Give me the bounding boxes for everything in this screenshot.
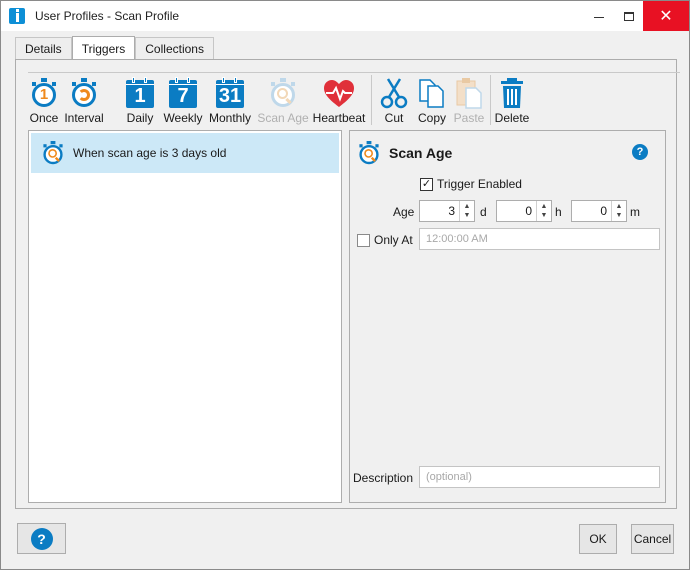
help-icon[interactable]: ?	[632, 144, 648, 160]
minimize-icon	[594, 16, 604, 18]
heartbeat-icon	[323, 77, 355, 109]
only-at-label: Only At	[374, 233, 413, 247]
cut-button[interactable]: Cut	[378, 77, 410, 125]
tab-strip: Details Triggers Collections	[15, 36, 214, 60]
trash-icon	[496, 77, 528, 109]
stopwatch-interval-icon	[68, 77, 100, 109]
scan-age-label: Scan Age	[257, 111, 309, 125]
toolbar-separator	[371, 75, 372, 125]
cancel-button[interactable]: Cancel	[631, 524, 674, 554]
days-unit-label: d	[480, 205, 487, 219]
stopwatch-scan-age-icon	[356, 140, 382, 166]
description-label: Description	[353, 471, 414, 485]
trigger-detail-panel: Scan Age ? ✓ Trigger Enabled Age 3 ▲ ▼ d…	[349, 130, 666, 503]
age-minutes-stepper[interactable]: 0 ▲ ▼	[571, 200, 627, 222]
delete-button[interactable]: Delete	[494, 77, 530, 125]
age-days-stepper[interactable]: 3 ▲ ▼	[419, 200, 475, 222]
scan-age-button[interactable]: Scan Age	[257, 77, 309, 125]
daily-button[interactable]: 1 Daily	[124, 77, 156, 125]
triggers-tab-page: 1 Once Interval 1 Daily 7 Weekly 31 Mont…	[15, 59, 680, 509]
daily-label: Daily	[126, 111, 154, 125]
scissors-icon	[378, 77, 410, 109]
trigger-description: When scan age is 3 days old	[73, 146, 227, 160]
copy-label: Copy	[417, 111, 446, 125]
calendar-monthly-icon: 31	[214, 77, 246, 109]
tab-collections[interactable]: Collections	[135, 37, 214, 60]
weekly-button[interactable]: 7 Weekly	[163, 77, 203, 125]
minutes-unit-label: m	[630, 205, 640, 219]
help-icon: ?	[30, 527, 53, 550]
age-hours-stepper[interactable]: 0 ▲ ▼	[496, 200, 552, 222]
paste-button[interactable]: Paste	[453, 77, 485, 125]
interval-button[interactable]: Interval	[64, 77, 104, 125]
close-icon: ✕	[659, 6, 673, 25]
heartbeat-button[interactable]: Heartbeat	[313, 77, 365, 125]
ok-button[interactable]: OK	[579, 524, 617, 554]
description-field[interactable]: (optional)	[419, 466, 660, 488]
close-button[interactable]: ✕	[643, 1, 689, 31]
stopwatch-scan-age-icon	[267, 77, 299, 109]
age-hours-value: 0	[525, 204, 532, 218]
delete-label: Delete	[494, 111, 530, 125]
weekly-label: Weekly	[163, 111, 203, 125]
chevron-up-icon[interactable]: ▲	[616, 202, 623, 211]
app-info-icon	[9, 8, 25, 24]
title-bar: User Profiles - Scan Profile ✕	[1, 1, 689, 31]
minimize-button[interactable]	[583, 1, 615, 31]
spin-buttons[interactable]: ▲ ▼	[611, 201, 626, 221]
monthly-button[interactable]: 31 Monthly	[209, 77, 251, 125]
cut-label: Cut	[384, 111, 404, 125]
paste-icon	[453, 77, 485, 109]
detail-header: Scan Age	[356, 135, 452, 171]
chevron-up-icon[interactable]: ▲	[464, 202, 471, 211]
tab-triggers[interactable]: Triggers	[71, 36, 136, 60]
only-at-time-field[interactable]: 12:00:00 AM	[419, 228, 660, 250]
dialog-window: User Profiles - Scan Profile ✕ Details T…	[0, 0, 690, 570]
weekly-calendar-glyph: 7	[177, 85, 189, 107]
trigger-list[interactable]: When scan age is 3 days old	[28, 130, 342, 503]
window-title: User Profiles - Scan Profile	[35, 9, 180, 23]
toolbar-separator	[490, 75, 491, 125]
paste-label: Paste	[453, 111, 485, 125]
age-days-value: 3	[448, 204, 455, 218]
interval-label: Interval	[64, 111, 104, 125]
checkbox-box	[357, 233, 370, 247]
monthly-label: Monthly	[208, 111, 252, 125]
check-icon: ✓	[420, 177, 433, 191]
once-button[interactable]: 1 Once	[28, 77, 60, 125]
age-label: Age	[393, 205, 415, 219]
chevron-down-icon[interactable]: ▼	[464, 211, 471, 220]
daily-calendar-glyph: 1	[134, 85, 146, 107]
chevron-up-icon[interactable]: ▲	[541, 202, 548, 211]
help-button[interactable]: ?	[17, 523, 66, 554]
stopwatch-once-icon: 1	[28, 77, 60, 109]
chevron-down-icon[interactable]: ▼	[616, 211, 623, 220]
calendar-daily-icon: 1	[124, 77, 156, 109]
chevron-down-icon[interactable]: ▼	[541, 211, 548, 220]
heartbeat-label: Heartbeat	[312, 111, 366, 125]
stopwatch-scan-age-icon	[40, 140, 66, 166]
list-item[interactable]: When scan age is 3 days old	[31, 133, 339, 173]
monthly-calendar-glyph: 31	[218, 85, 242, 107]
copy-icon	[416, 77, 448, 109]
copy-button[interactable]: Copy	[416, 77, 448, 125]
trigger-enabled-label: Trigger Enabled	[437, 177, 522, 191]
detail-title: Scan Age	[389, 145, 453, 161]
calendar-weekly-icon: 7	[167, 77, 199, 109]
trigger-enabled-checkbox[interactable]: ✓ Trigger Enabled	[420, 177, 522, 191]
once-label: Once	[29, 111, 59, 125]
tab-details[interactable]: Details	[15, 37, 72, 60]
spin-buttons[interactable]: ▲ ▼	[536, 201, 551, 221]
spin-buttons[interactable]: ▲ ▼	[459, 201, 474, 221]
age-minutes-value: 0	[600, 204, 607, 218]
maximize-icon	[624, 11, 634, 21]
only-at-checkbox[interactable]: Only At	[357, 233, 413, 247]
maximize-button[interactable]	[613, 1, 645, 31]
trigger-toolbar: 1 Once Interval 1 Daily 7 Weekly 31 Mont…	[28, 72, 680, 125]
hours-unit-label: h	[555, 205, 562, 219]
